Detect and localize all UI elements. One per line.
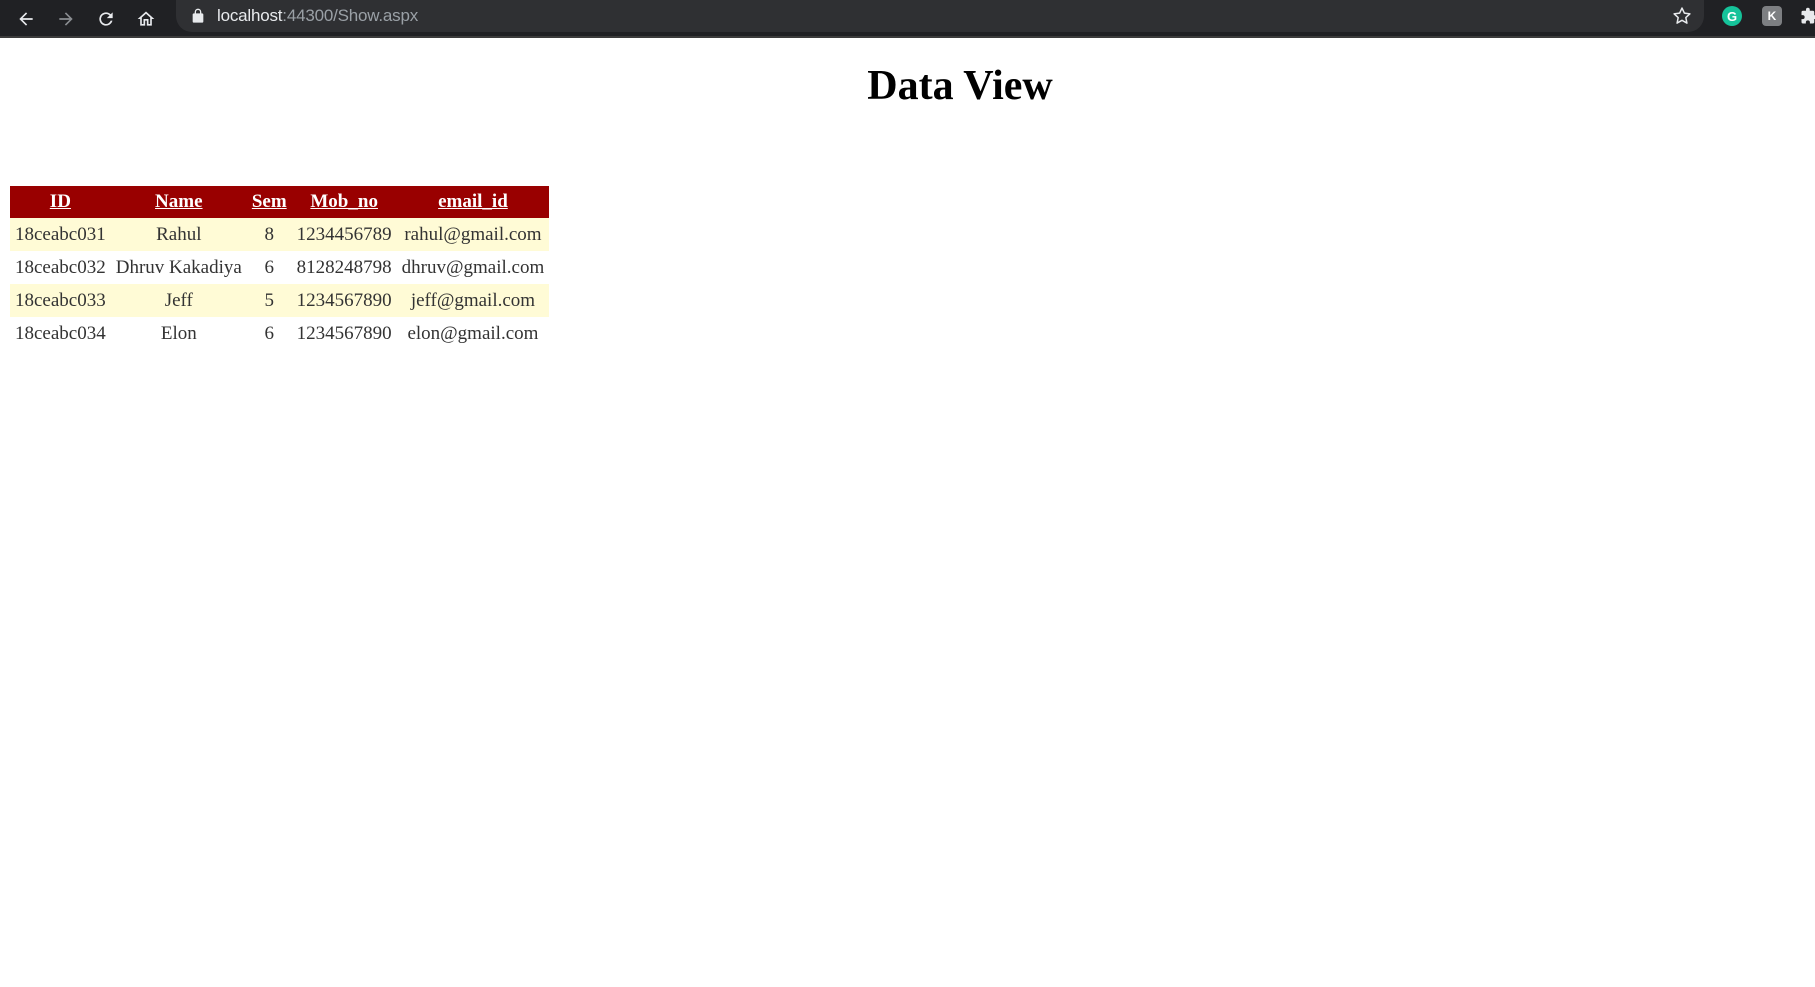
browser-toolbar: localhost:44300/Show.aspx G K — [0, 0, 1815, 38]
table-row: 18ceabc033 Jeff 5 1234567890 jeff@gmail.… — [10, 284, 550, 317]
cell-id: 18ceabc032 — [10, 251, 111, 284]
cell-name: Elon — [110, 317, 247, 350]
reload-icon — [99, 12, 113, 26]
forward-button[interactable] — [50, 3, 82, 35]
cell-email-id: jeff@gmail.com — [396, 284, 550, 317]
sort-link-sem[interactable]: Sem — [252, 191, 287, 212]
column-header-sem[interactable]: Sem — [246, 186, 292, 218]
grid-header-row: ID Name Sem Mob_no email_id — [10, 186, 550, 218]
cell-name: Rahul — [110, 218, 247, 251]
table-row: 18ceabc031 Rahul 8 1234456789 rahul@gmai… — [10, 218, 550, 251]
cell-sem: 6 — [246, 317, 292, 350]
cell-email-id: elon@gmail.com — [396, 317, 550, 350]
sort-link-mob-no[interactable]: Mob_no — [310, 191, 378, 212]
column-header-name[interactable]: Name — [110, 186, 247, 218]
cell-id: 18ceabc033 — [10, 284, 111, 317]
cell-mob-no: 8128248798 — [291, 251, 397, 284]
cell-email-id: rahul@gmail.com — [396, 218, 550, 251]
data-grid: ID Name Sem Mob_no email_id 18ceabc031 R… — [10, 186, 550, 350]
table-row: 18ceabc032 Dhruv Kakadiya 6 8128248798 d… — [10, 251, 550, 284]
page-title: Data View — [867, 63, 1053, 109]
home-icon — [137, 11, 155, 26]
column-header-email-id[interactable]: email_id — [396, 186, 550, 218]
back-icon — [19, 12, 33, 26]
cell-id: 18ceabc034 — [10, 317, 111, 350]
back-button[interactable] — [10, 3, 42, 35]
sort-link-id[interactable]: ID — [50, 191, 71, 212]
url-host: localhost — [217, 6, 283, 25]
cell-mob-no: 1234456789 — [291, 218, 397, 251]
star-icon[interactable] — [1672, 6, 1692, 26]
cell-id: 18ceabc031 — [10, 218, 111, 251]
lock-icon — [192, 8, 204, 23]
cell-mob-no: 1234567890 — [291, 284, 397, 317]
cell-sem: 6 — [246, 251, 292, 284]
extension-puzzle-icon[interactable] — [1800, 7, 1815, 25]
grammarly-extension-icon[interactable]: G — [1722, 6, 1742, 26]
table-row: 18ceabc034 Elon 6 1234567890 elon@gmail.… — [10, 317, 550, 350]
column-header-mob-no[interactable]: Mob_no — [291, 186, 397, 218]
forward-icon — [59, 12, 73, 26]
cell-email-id: dhruv@gmail.com — [396, 251, 550, 284]
cell-mob-no: 1234567890 — [291, 317, 397, 350]
address-bar[interactable]: localhost:44300/Show.aspx — [176, 0, 1704, 32]
home-button[interactable] — [130, 3, 162, 35]
sort-link-email-id[interactable]: email_id — [438, 191, 508, 212]
cell-sem: 8 — [246, 218, 292, 251]
cell-name: Dhruv Kakadiya — [110, 251, 247, 284]
sort-link-name[interactable]: Name — [155, 191, 202, 212]
cell-sem: 5 — [246, 284, 292, 317]
url-text[interactable]: localhost:44300/Show.aspx — [217, 6, 418, 26]
reload-button[interactable] — [90, 3, 122, 35]
cell-name: Jeff — [110, 284, 247, 317]
column-header-id[interactable]: ID — [10, 186, 111, 218]
url-path: :44300/Show.aspx — [282, 6, 419, 25]
extension-k-icon[interactable]: K — [1762, 6, 1782, 26]
